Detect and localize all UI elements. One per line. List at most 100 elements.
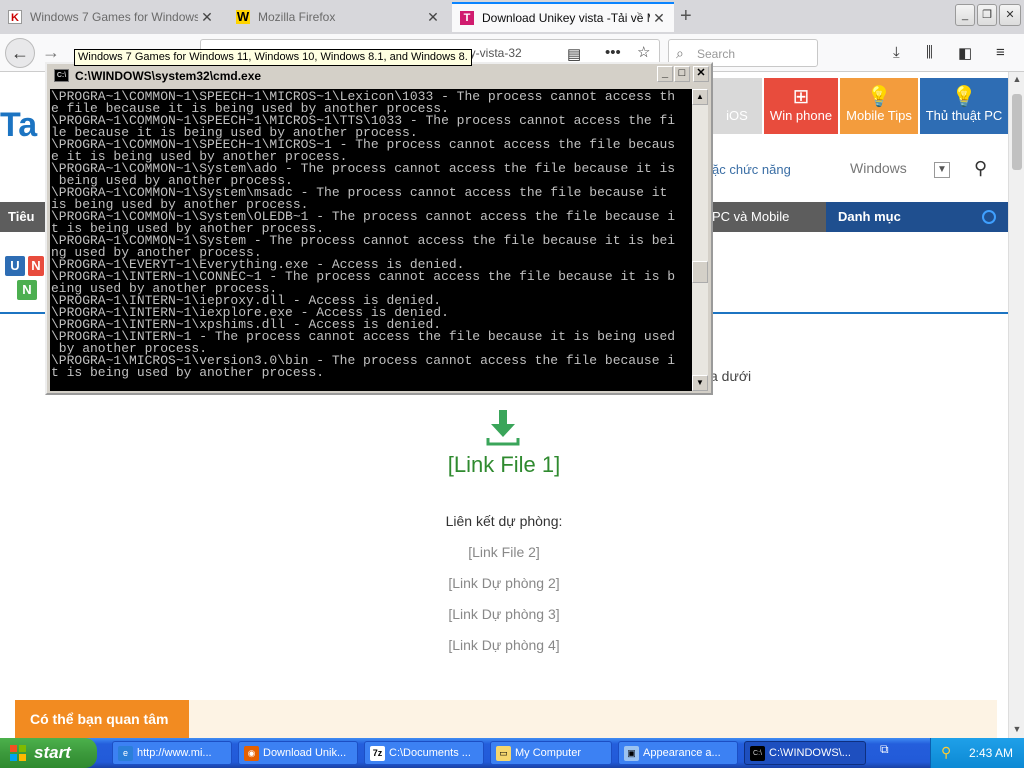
link-text: [Link Dự phòng 3] xyxy=(448,606,560,622)
tab-favicon: T xyxy=(460,11,474,25)
cmd-scrollbar[interactable]: ▲ ▼ xyxy=(692,89,708,391)
tab-windows7-games[interactable]: K Windows 7 Games for Windows ✕ xyxy=(0,2,222,32)
link-text: [Link File 1] xyxy=(447,452,561,477)
firefox-icon: ◉ xyxy=(244,746,259,761)
category-label: Win phone xyxy=(769,108,833,123)
taskbar-item-cmd[interactable]: C:\ C:\WINDOWS\... xyxy=(744,741,866,765)
bulb-icon: 💡 xyxy=(866,86,892,108)
search-placeholder: Search xyxy=(697,47,736,61)
menu-icon[interactable]: ≡ xyxy=(996,44,1005,61)
chevron-down-icon: ▼ xyxy=(934,162,950,178)
backup-link-4[interactable]: [Link Dự phòng 4] xyxy=(0,637,1008,653)
task-label: C:\Documents ... xyxy=(389,747,471,759)
backup-link-3[interactable]: [Link Dự phòng 3] xyxy=(0,606,1008,622)
close-window-button[interactable]: ✕ xyxy=(999,4,1021,26)
browser-tab-strip: K Windows 7 Games for Windows ✕ W Mozill… xyxy=(0,0,1024,34)
search-icon[interactable]: ⚲ xyxy=(974,158,987,179)
start-label: start xyxy=(34,743,71,762)
menu-item-pc-mobile[interactable]: PC và Mobile xyxy=(712,209,789,224)
reader-view-icon[interactable]: ▤ xyxy=(567,45,581,63)
library-icon[interactable]: ⫼ xyxy=(926,44,933,61)
minimize-button[interactable]: _ xyxy=(657,66,673,82)
maximize-button[interactable]: □ xyxy=(674,66,690,82)
cmd-title-bar[interactable]: C:\ C:\WINDOWS\system32\cmd.exe xyxy=(49,66,709,86)
sidebar-icon[interactable]: ◧ xyxy=(958,44,972,62)
backup-link-2[interactable]: [Link Dự phòng 2] xyxy=(0,575,1008,591)
minimize-button[interactable]: _ xyxy=(955,4,975,26)
category-mobile-tips[interactable]: 💡 Mobile Tips xyxy=(840,78,918,134)
scroll-down-icon[interactable]: ▼ xyxy=(692,375,708,391)
related-button[interactable]: Có thể bạn quan tâm xyxy=(15,700,189,738)
task-label: Download Unik... xyxy=(263,747,347,759)
unikey-logo-letter: N xyxy=(17,280,37,300)
desktop: K Windows 7 Games for Windows ✕ W Mozill… xyxy=(0,0,1024,768)
features-link[interactable]: ặc chức năng xyxy=(712,162,791,177)
tab-tooltip: Windows 7 Games for Windows 11, Windows … xyxy=(74,49,472,66)
folder-icon: ▭ xyxy=(496,746,511,761)
windows-icon: ⊞ xyxy=(792,86,810,108)
forward-button[interactable]: → xyxy=(42,42,60,63)
scroll-thumb[interactable] xyxy=(692,261,708,283)
taskbar-item-documents[interactable]: 7z C:\Documents ... xyxy=(364,741,484,765)
display-icon: ▣ xyxy=(624,746,639,761)
bulb-icon: 💡 xyxy=(951,86,977,108)
start-button[interactable]: start xyxy=(0,738,97,768)
category-win-phone[interactable]: ⊞ Win phone xyxy=(764,78,838,134)
task-label: Appearance a... xyxy=(643,747,721,759)
apple-icon xyxy=(712,84,762,108)
task-label: http://www.mi... xyxy=(137,747,212,759)
circle-icon xyxy=(982,210,996,224)
menu-label: Danh mục xyxy=(838,209,901,224)
windows-flag-icon xyxy=(10,745,26,761)
menu-item-danh-muc[interactable]: Danh mục xyxy=(826,202,1008,232)
link-text: [Link Dự phòng 4] xyxy=(448,637,560,653)
ie-icon: e xyxy=(118,746,133,761)
unikey-logo-letter: N xyxy=(28,256,44,276)
category-label: iOS xyxy=(726,108,748,123)
download-icon xyxy=(486,410,520,446)
restore-button[interactable]: ❐ xyxy=(977,4,997,26)
new-tab-button[interactable]: + xyxy=(680,5,692,28)
scroll-up-icon[interactable]: ▲ xyxy=(692,89,708,105)
cmd-icon: C:\ xyxy=(750,746,765,761)
scroll-up-icon[interactable]: ▲ xyxy=(1009,74,1024,84)
downloads-icon[interactable]: ⤓ xyxy=(893,44,900,61)
taskbar-item-appearance[interactable]: ▣ Appearance a... xyxy=(618,741,738,765)
console-output: \PROGRA~1\COMMON~1\SPEECH~1\MICROS~1\Lex… xyxy=(51,89,676,380)
tab-title: Download Unikey vista -Tải về Mới xyxy=(482,11,650,25)
os-select[interactable]: Windows ▼ xyxy=(850,160,950,182)
scroll-thumb[interactable] xyxy=(1012,94,1022,170)
download-link-main[interactable]: [Link File 1] xyxy=(0,452,1008,478)
bookmark-star-icon[interactable]: ☆ xyxy=(637,43,650,61)
search-icon[interactable]: ⚲ xyxy=(941,744,951,761)
close-icon[interactable]: ✕ xyxy=(650,10,668,27)
taskbar-item-my-computer[interactable]: ▭ My Computer xyxy=(490,741,612,765)
taskbar-item-ie[interactable]: e http://www.mi... xyxy=(112,741,232,765)
clock: 2:43 AM xyxy=(969,746,1014,760)
menu-item-tieu[interactable]: Tiêu xyxy=(8,209,35,224)
taskbar-restore-icon[interactable]: ⧉ xyxy=(880,742,889,757)
tab-download-unikey[interactable]: T Download Unikey vista -Tải về Mới ✕ xyxy=(452,2,674,32)
category-thu-thuat-pc[interactable]: 💡 Thủ thuật PC xyxy=(920,78,1008,134)
backup-link-1[interactable]: [Link File 2] xyxy=(0,544,1008,560)
related-section: Có thể bạn quan tâm xyxy=(15,700,997,738)
scroll-down-icon[interactable]: ▼ xyxy=(1009,724,1024,734)
cmd-window[interactable]: C:\ C:\WINDOWS\system32\cmd.exe _ □ ✕ \P… xyxy=(45,62,713,395)
close-button[interactable]: ✕ xyxy=(693,66,709,82)
page-scrollbar[interactable]: ▲ ▼ xyxy=(1008,72,1024,738)
taskbar-item-firefox[interactable]: ◉ Download Unik... xyxy=(238,741,358,765)
tab-title: Windows 7 Games for Windows xyxy=(30,10,198,24)
page-actions-icon[interactable]: ••• xyxy=(605,44,621,61)
category-ios[interactable]: iOS xyxy=(712,78,762,134)
site-logo[interactable]: Ta xyxy=(0,106,37,145)
close-icon[interactable]: ✕ xyxy=(424,9,442,26)
back-button[interactable]: ← xyxy=(5,38,35,68)
close-icon[interactable]: ✕ xyxy=(198,9,216,26)
unikey-logo-letter: U xyxy=(5,256,25,276)
os-select-value: Windows xyxy=(850,160,907,176)
link-text: [Link File 2] xyxy=(468,544,540,560)
system-tray: ⚲ 2:43 AM xyxy=(930,738,1024,768)
cmd-console[interactable]: \PROGRA~1\COMMON~1\SPEECH~1\MICROS~1\Lex… xyxy=(50,89,692,391)
tab-mozilla[interactable]: W Mozilla Firefox ✕ xyxy=(228,2,448,32)
task-label: My Computer xyxy=(515,747,582,759)
